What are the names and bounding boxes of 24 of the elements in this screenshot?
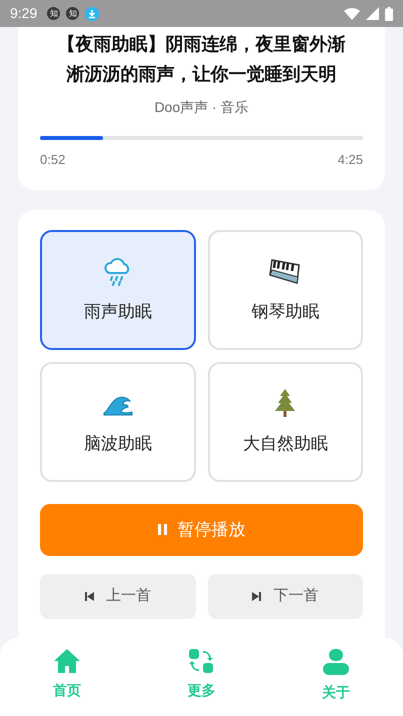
sleep-mode-tile[interactable]: 雨声助眠 xyxy=(40,230,196,350)
skip-forward-icon xyxy=(252,592,262,600)
notification-badge: 知 xyxy=(66,7,80,20)
artist-text: Doo声声 · 音乐 xyxy=(154,98,249,117)
skip-back-icon xyxy=(84,592,94,600)
signal-icon xyxy=(366,7,379,20)
sleep-mode-tile[interactable]: 钢琴助眠 xyxy=(208,230,363,350)
duration-time: 4:25 xyxy=(338,151,363,169)
notification-badge: 知 xyxy=(47,7,60,20)
sleep-mode-tile[interactable]: 大自然助眠 xyxy=(208,362,363,482)
next-button[interactable]: 下一首 xyxy=(208,574,363,618)
person-icon xyxy=(322,648,350,676)
sleep-mode-tile[interactable]: 脑波助眠 xyxy=(40,362,196,482)
track-title: 【夜雨助眠】阴雨连绵，夜里窗外渐 xyxy=(58,33,346,56)
track-title: 淅沥沥的雨声，让你一觉睡到天明 xyxy=(66,63,336,86)
wifi-icon xyxy=(344,7,360,20)
battery-icon xyxy=(385,6,393,20)
pause-icon xyxy=(158,524,168,535)
previous-button[interactable]: 上一首 xyxy=(40,574,196,618)
home-icon xyxy=(53,648,82,674)
elapsed-time: 0:52 xyxy=(40,151,66,169)
download-icon xyxy=(85,6,100,20)
swap-squares-icon xyxy=(188,648,214,674)
status-time: 9:29 xyxy=(10,4,38,23)
